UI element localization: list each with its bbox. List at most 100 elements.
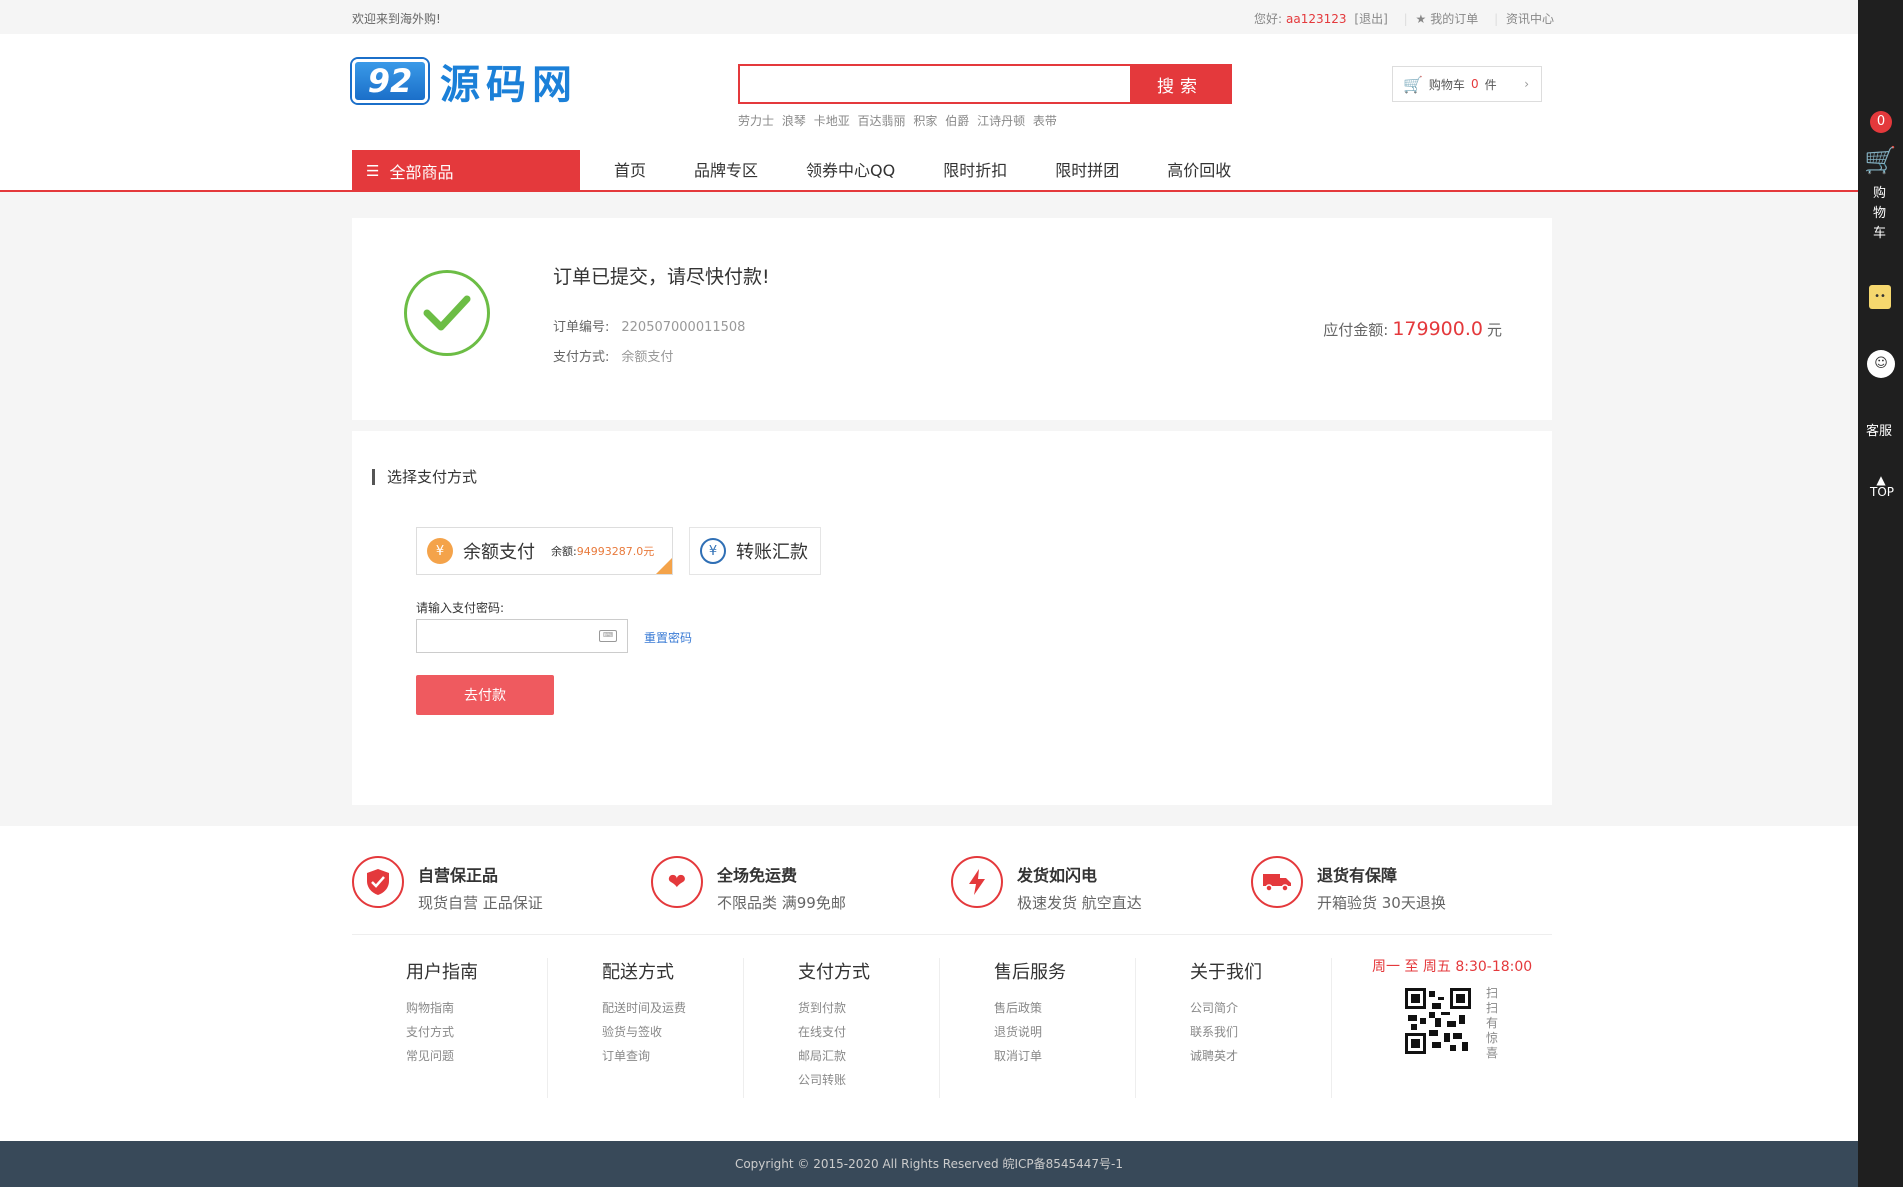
nav-item-group-buy[interactable]: 限时拼团 [1031,150,1143,192]
sidebar-face-icon[interactable]: •• [1869,285,1891,309]
hot-word-link[interactable]: 浪琴 [782,114,806,128]
guarantee-title: 全场免运费 [717,866,798,885]
main-nav: ☰ 全部商品 首页 品牌专区 领券中心QQ 限时折扣 限时拼团 高价回收 [352,150,1255,192]
news-center-link[interactable]: 资讯中心 [1506,12,1554,26]
footer-column-heading: 售后服务 [994,962,1066,983]
order-title: 订单已提交，请尽快付款! [553,266,770,288]
star-icon: ★ [1415,12,1427,26]
footer-link[interactable]: 订单查询 [602,1044,743,1068]
footer-link[interactable]: 公司转账 [798,1068,939,1092]
hot-word-link[interactable]: 劳力士 [738,114,774,128]
order-number-value: 220507000011508 [621,320,746,335]
guarantee-item: 发货如闪电 极速发货 航空直达 [951,856,1142,913]
footer-link[interactable]: 配送时间及运费 [602,996,743,1020]
footer-link[interactable]: 取消订单 [994,1044,1135,1068]
footer-link[interactable]: 常见问题 [406,1044,547,1068]
logout-link[interactable]: [退出] [1354,12,1387,26]
payment-section-title: 选择支付方式 [372,469,477,485]
divider: | [1403,12,1408,26]
hot-word-link[interactable]: 江诗丹顿 [977,114,1025,128]
menu-icon: ☰ [366,162,380,180]
footer: 自营保正品 现货自营 正品保证 ❤ 全场免运费 不限品类 满99免邮 发货如闪电 极速… [0,826,1858,1141]
balance-value: 94993287.0元 [576,545,655,558]
nav-item-coupons[interactable]: 领券中心QQ [782,150,919,192]
truck-icon [1251,856,1303,908]
welcome-text: 欢迎来到海外购! [352,12,441,26]
selected-corner-icon [656,558,672,574]
nav-items: 首页 品牌专区 领券中心QQ 限时折扣 限时拼团 高价回收 [590,150,1255,192]
cart-unit: 件 [1484,77,1497,92]
sidebar-service-link[interactable]: 客服 [1866,420,1892,439]
header-cart-button[interactable]: 🛒 购物车 0 件 › [1392,66,1542,102]
cart-count: 0 [1470,77,1479,91]
yen-transfer-icon: ¥ [700,538,726,564]
payment-password-field[interactable]: ⌨ [416,619,628,653]
footer-column: 用户指南 购物指南 支付方式 常见问题 [352,958,548,1098]
reset-password-link[interactable]: 重置密码 [644,629,692,646]
nav-item-home[interactable]: 首页 [590,150,670,192]
transfer-pay-option[interactable]: ¥ 转账汇款 [689,527,821,575]
username-link[interactable]: aa123123 [1286,12,1347,26]
all-categories-button[interactable]: ☰ 全部商品 [352,150,580,192]
amount-label: 应付金额: [1323,321,1389,339]
pay-method-value: 余额支付 [621,350,674,365]
pay-method-label: 支付方式: [553,350,610,365]
hot-word-link[interactable]: 积家 [913,114,937,128]
go-pay-button[interactable]: 去付款 [416,675,554,715]
footer-link[interactable]: 公司简介 [1190,996,1331,1020]
footer-link[interactable]: 退货说明 [994,1020,1135,1044]
success-check-icon [404,270,490,356]
footer-column: 配送方式 配送时间及运费 验货与签收 订单查询 [548,958,744,1098]
transfer-pay-label: 转账汇款 [736,542,808,563]
sidebar-cart-icon[interactable]: 🛒 [1864,146,1896,176]
guarantee-item: ❤ 全场免运费不限品类 满99免邮 [651,856,846,913]
nav-item-discount[interactable]: 限时折扣 [919,150,1031,192]
footer-link[interactable]: 诚聘英才 [1190,1044,1331,1068]
footer-link[interactable]: 支付方式 [406,1020,547,1044]
hot-word-link[interactable]: 表带 [1033,114,1057,128]
search-bar: 搜索 [738,64,1232,104]
right-sidebar: 0 🛒 购物车 •• ☺ 客服 ▲ TOP [1858,0,1903,1187]
divider: | [1494,12,1499,26]
my-orders-link[interactable]: 我的订单 [1430,12,1478,26]
amount-due: 应付金额: 179900.0 元 [1323,318,1502,340]
hot-word-link[interactable]: 伯爵 [945,114,969,128]
lightning-icon [951,856,1003,908]
money-bag-icon: ¥ [427,538,453,564]
order-summary-panel: 订单已提交，请尽快付款! 订单编号: 220507000011508 支付方式: 余… [352,218,1552,420]
hot-word-link[interactable]: 卡地亚 [814,114,850,128]
amount-value: 179900.0 [1392,318,1483,340]
scan-text: 扫扫有惊喜 [1486,986,1499,1060]
footer-link[interactable]: 邮局汇款 [798,1044,939,1068]
footer-link[interactable]: 售后政策 [994,996,1135,1020]
footer-link[interactable]: 货到付款 [798,996,939,1020]
top-label: TOP [1870,485,1895,499]
footer-link[interactable]: 联系我们 [1190,1020,1331,1044]
chevron-right-icon: › [1524,77,1529,91]
sidebar-avatar-icon[interactable]: ☺ [1867,350,1895,378]
footer-link[interactable]: 在线支付 [798,1020,939,1044]
footer-column-heading: 配送方式 [602,962,674,983]
hot-word-link[interactable]: 百达翡丽 [858,114,906,128]
header: 92 源码网 搜索 劳力士 浪琴 卡地亚 百达翡丽 积家 伯爵 江诗丹顿 表带 … [0,34,1858,192]
balance-pay-option[interactable]: ¥ 余额支付 余额: 94993287.0元 [416,527,673,575]
sidebar-cart-label[interactable]: 购物车 [1873,184,1887,244]
search-input[interactable] [740,66,1130,102]
guarantee-desc: 现货自营 正品保证 [418,894,543,912]
cart-icon: 🛒 [1403,74,1423,94]
keyboard-icon[interactable]: ⌨ [599,630,617,642]
footer-column-heading: 用户指南 [406,962,478,983]
balance-pay-label: 余额支付 [463,542,535,563]
nav-item-brands[interactable]: 品牌专区 [670,150,782,192]
logo-badge: 92 [352,59,428,103]
footer-column-heading: 支付方式 [798,962,870,983]
search-button[interactable]: 搜索 [1130,66,1230,102]
guarantee-desc: 不限品类 满99免邮 [717,894,846,912]
footer-column: 支付方式 货到付款 在线支付 邮局汇款 公司转账 [744,958,940,1098]
back-to-top-button[interactable]: ▲ TOP [1870,474,1895,499]
nav-item-recycle[interactable]: 高价回收 [1143,150,1255,192]
footer-link[interactable]: 购物指南 [406,996,547,1020]
footer-link[interactable]: 验货与签收 [602,1020,743,1044]
site-logo[interactable]: 92 源码网 [352,56,578,108]
heart-hands-icon: ❤ [651,856,703,908]
